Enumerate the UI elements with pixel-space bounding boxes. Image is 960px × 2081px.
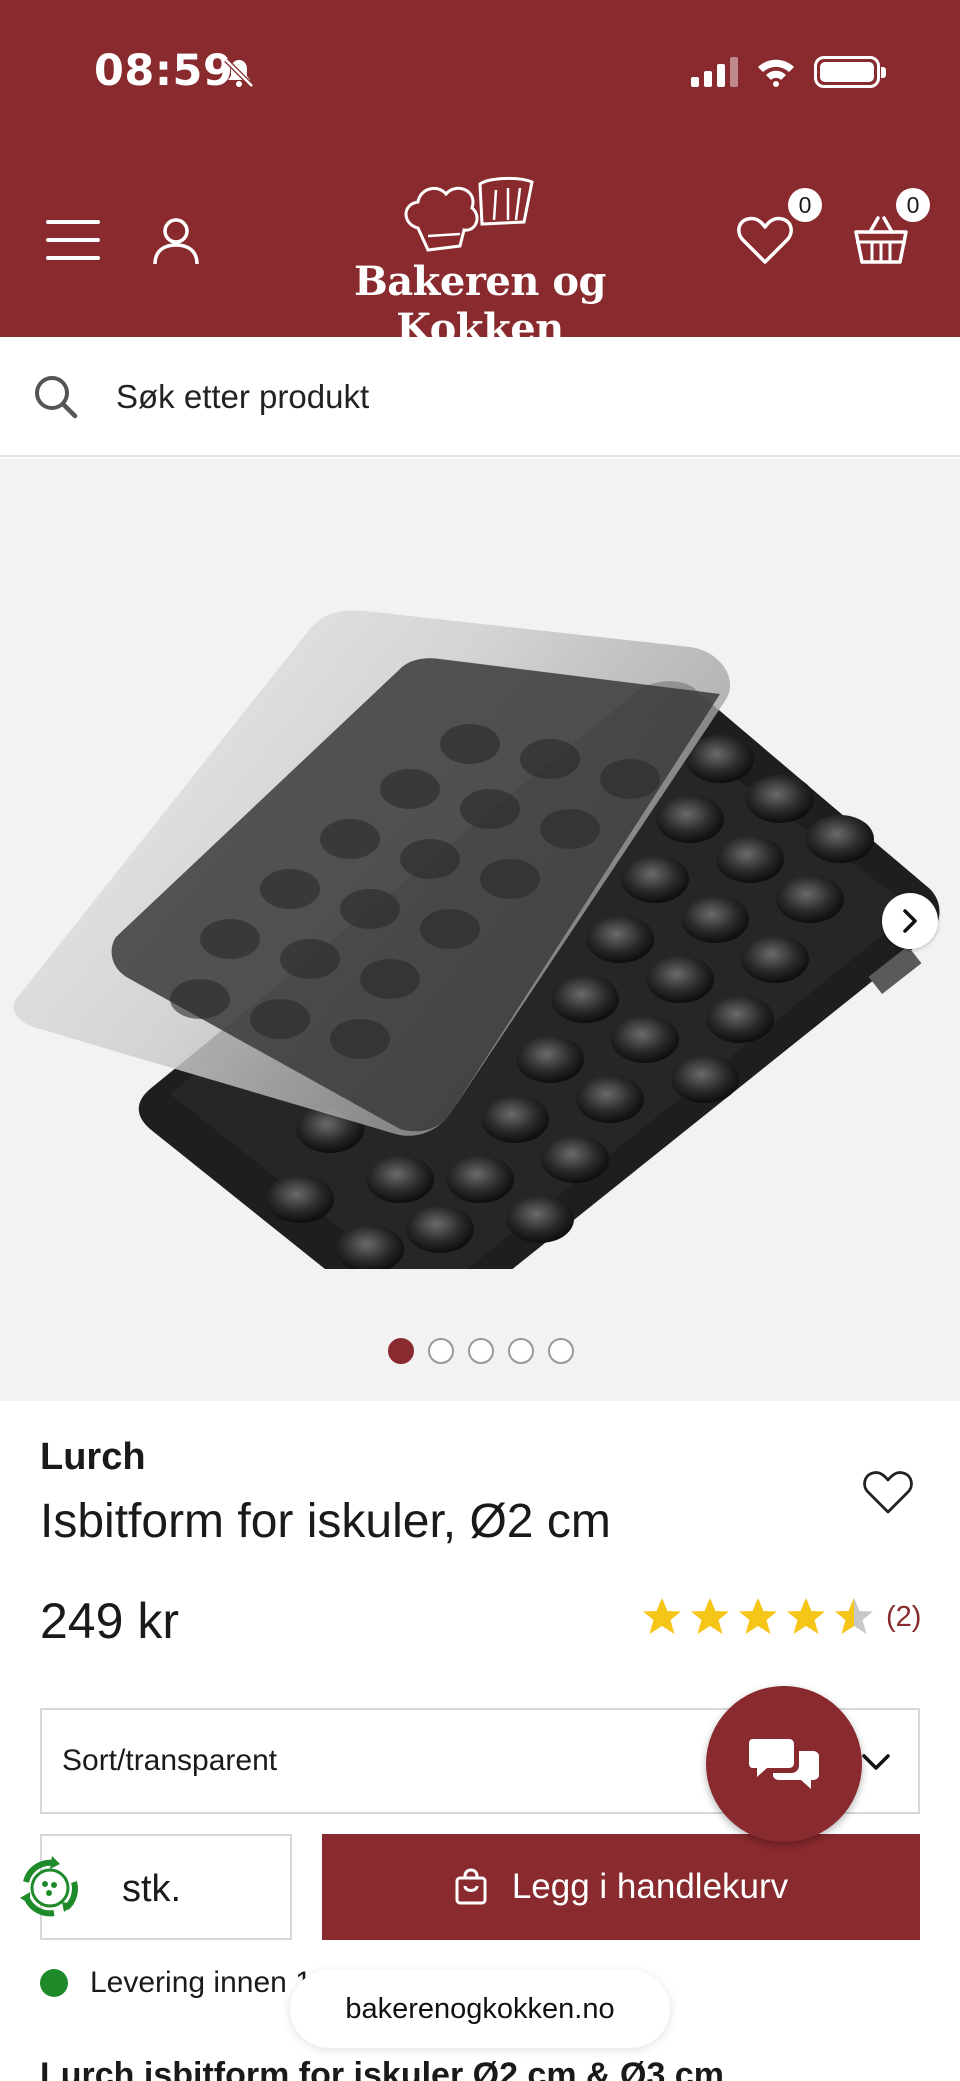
- gallery-pagination: [388, 1338, 574, 1364]
- gallery-next-button[interactable]: [882, 893, 938, 949]
- wishlist-count-badge: 0: [788, 188, 822, 222]
- chevron-right-icon: [903, 909, 917, 933]
- product-image-gallery[interactable]: [0, 459, 960, 1401]
- gallery-dot[interactable]: [428, 1338, 454, 1364]
- in-stock-indicator: [40, 1969, 68, 1997]
- star-icon: [643, 1598, 681, 1634]
- description-heading: Lurch isbitform for iskuler Ø2 cm & Ø3 c…: [40, 2056, 724, 2081]
- signal-icon: [691, 57, 738, 87]
- chef-hats-icon: [404, 176, 534, 252]
- chevron-down-icon: [862, 1754, 890, 1770]
- product-rating[interactable]: (2): [640, 1596, 921, 1638]
- add-to-cart-button[interactable]: Legg i handlekurv: [322, 1834, 920, 1940]
- star-icon: [787, 1598, 825, 1634]
- chat-bubbles-icon: [749, 1739, 819, 1789]
- site-header: 08:59 Bakeren og Kokken 0 0: [0, 0, 960, 352]
- gallery-dot[interactable]: [468, 1338, 494, 1364]
- delivery-text: Levering innen 1: [90, 1966, 312, 1999]
- product-brand[interactable]: Lurch: [40, 1436, 146, 1479]
- basket-icon[interactable]: [852, 212, 910, 266]
- rating-count[interactable]: (2): [886, 1601, 921, 1634]
- search-bar: [0, 337, 960, 457]
- search-icon[interactable]: [32, 373, 78, 419]
- logo[interactable]: Bakeren og Kokken: [290, 176, 670, 352]
- star-icon: [739, 1598, 777, 1634]
- gallery-dot[interactable]: [548, 1338, 574, 1364]
- recycle-icon[interactable]: [14, 1852, 86, 1924]
- status-icons: [691, 56, 886, 88]
- search-input[interactable]: [116, 371, 896, 423]
- chat-button[interactable]: [706, 1686, 862, 1842]
- cart-count-badge: 0: [896, 188, 930, 222]
- user-icon[interactable]: [150, 214, 202, 266]
- product-price: 249 kr: [40, 1593, 179, 1649]
- shopping-bag-icon: [455, 1868, 487, 1905]
- gallery-dot[interactable]: [388, 1338, 414, 1364]
- menu-icon[interactable]: [46, 220, 100, 260]
- add-to-wishlist-heart-icon[interactable]: [862, 1468, 914, 1516]
- bell-off-icon: [224, 58, 254, 88]
- status-time: 08:59: [94, 46, 234, 96]
- heart-icon[interactable]: [736, 214, 794, 266]
- browser-url-bar[interactable]: bakerenogkokken.no: [290, 1970, 670, 2048]
- battery-icon: [814, 56, 886, 88]
- product-image: [13, 610, 940, 1269]
- star-half-icon: [835, 1598, 873, 1634]
- add-to-cart-label: Legg i handlekurv: [511, 1867, 789, 1906]
- delivery-info: Levering innen 1: [40, 1966, 312, 2000]
- gallery-dot[interactable]: [508, 1338, 534, 1364]
- product-title: Isbitform for iskuler, Ø2 cm: [40, 1495, 611, 1548]
- variant-select-value: Sort/transparent: [62, 1744, 278, 1777]
- wifi-icon: [758, 59, 794, 87]
- star-icon: [691, 1598, 729, 1634]
- url-text: bakerenogkokken.no: [345, 1992, 615, 2025]
- quantity-unit-label: stk.: [122, 1868, 182, 1910]
